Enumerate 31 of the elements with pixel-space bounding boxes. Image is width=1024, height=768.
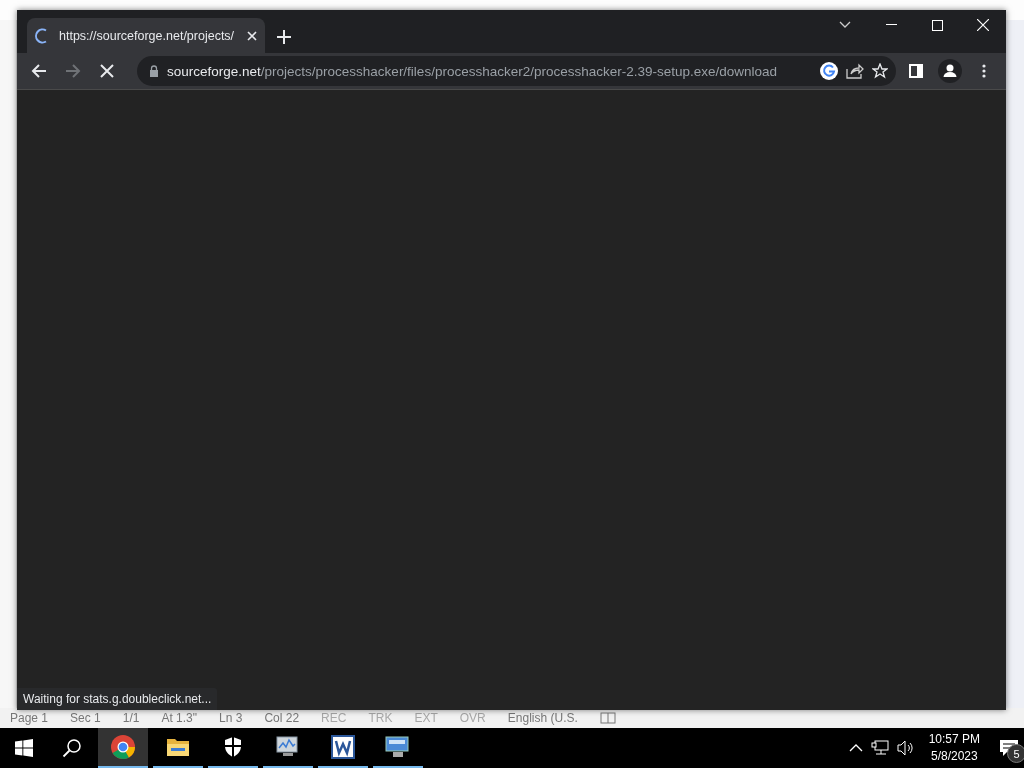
- status-bar-item: Sec 1: [70, 711, 101, 725]
- status-bar-item: Col 22: [264, 711, 300, 725]
- search-icon[interactable]: [62, 738, 82, 758]
- network-icon[interactable]: [870, 740, 889, 756]
- status-bar-item: 1/1: [122, 711, 140, 725]
- profile-icon[interactable]: [936, 57, 964, 85]
- status-bar-item: At 1.3": [161, 711, 198, 725]
- share-icon[interactable]: [846, 63, 864, 79]
- windows-start-icon[interactable]: [15, 739, 33, 757]
- status-bar-item: OVR: [459, 711, 486, 725]
- book-icon[interactable]: [599, 712, 616, 724]
- browser-tab[interactable]: https://sourceforge.net/projects/: [27, 18, 265, 53]
- lock-icon: [149, 65, 159, 77]
- speaker-icon[interactable]: [896, 740, 915, 756]
- close-tab-icon[interactable]: [247, 30, 257, 41]
- taskbar-chrome-icon[interactable]: [98, 728, 148, 768]
- status-bubble: Waiting for stats.g.doubleclick.net...: [17, 688, 218, 710]
- status-bar-item: REC: [321, 711, 347, 725]
- clock-time[interactable]: 10:57 PM: [928, 732, 980, 747]
- star-icon[interactable]: [872, 63, 888, 79]
- status-bar-item: Page 1: [10, 711, 49, 725]
- status-bar-item: EXT: [414, 711, 438, 725]
- clock-date[interactable]: 5/8/2023: [930, 749, 978, 764]
- status-bar-item: English (U.S.: [507, 711, 578, 725]
- status-bar-item: TRK: [368, 711, 393, 725]
- google-icon[interactable]: [820, 62, 838, 80]
- chevron-up-icon[interactable]: [848, 743, 863, 753]
- new-tab-icon[interactable]: [277, 30, 291, 44]
- address-bar[interactable]: sourceforge.net/projects/processhacker/files/processhacker2/processhacker-2.39-setup.exe/download: [137, 56, 896, 86]
- status-bar-item: Ln 3: [219, 711, 243, 725]
- notification-count: 5: [1007, 744, 1024, 763]
